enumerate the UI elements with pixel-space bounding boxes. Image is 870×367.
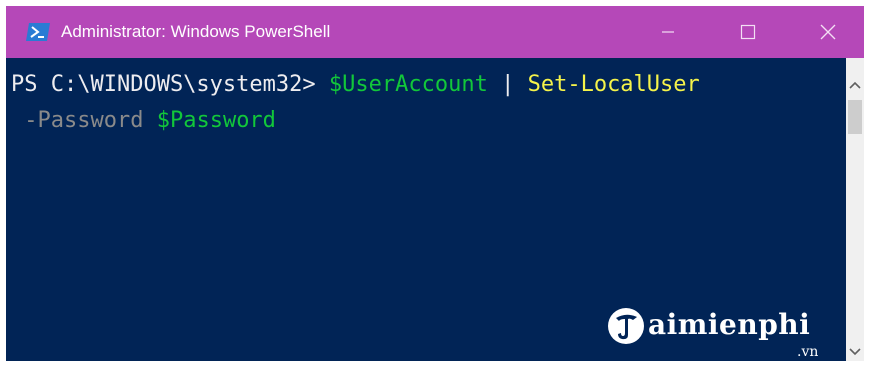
variable-useraccount: $UserAccount: [328, 72, 488, 97]
maximize-button[interactable]: [718, 6, 778, 58]
scrollbar-thumb[interactable]: [848, 100, 862, 134]
chevron-down-icon: [849, 348, 861, 356]
pipe-operator: |: [487, 72, 528, 97]
scroll-up-button[interactable]: [846, 76, 864, 94]
powershell-icon: [26, 23, 50, 41]
window-title: Administrator: Windows PowerShell: [61, 22, 331, 41]
minimize-icon: [662, 31, 674, 33]
taimienphi-logo-icon: [608, 308, 644, 344]
prompt: PS C:\WINDOWS\system32>: [11, 72, 329, 97]
console-output[interactable]: PS C:\WINDOWS\system32> $UserAccount | S…: [6, 58, 846, 361]
scroll-down-button[interactable]: [846, 343, 864, 361]
watermark: aimienphi .vn: [606, 306, 836, 361]
close-button[interactable]: [798, 6, 858, 58]
watermark-brand: aimienphi: [648, 308, 811, 341]
command-line-1: PS C:\WINDOWS\system32> $UserAccount | S…: [11, 70, 700, 100]
cmdlet-name: Set-LocalUser: [527, 72, 700, 97]
vertical-scrollbar[interactable]: [846, 58, 864, 361]
maximize-icon: [740, 24, 756, 40]
watermark-suffix: .vn: [797, 344, 819, 360]
chevron-up-icon: [849, 81, 861, 89]
parameter-password: -Password: [24, 108, 144, 133]
command-line-2: -Password $Password: [11, 106, 276, 136]
minimize-button[interactable]: [638, 6, 698, 58]
close-icon: [820, 24, 836, 40]
title-bar[interactable]: Administrator: Windows PowerShell: [6, 6, 864, 58]
powershell-window: Administrator: Windows PowerShell PS C:\…: [6, 6, 864, 361]
variable-password: $Password: [156, 108, 276, 133]
